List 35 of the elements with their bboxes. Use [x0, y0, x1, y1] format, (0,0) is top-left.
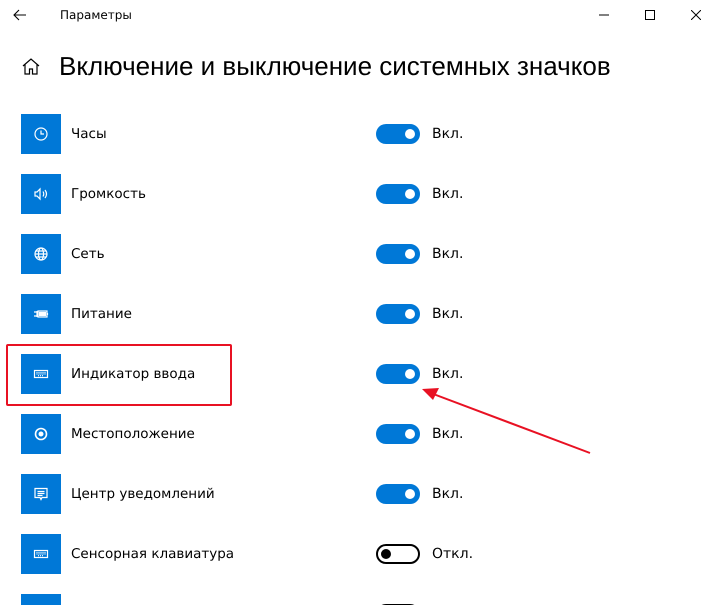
page-heading: Включение и выключение системных значков	[59, 50, 611, 82]
setting-label: Сеть	[71, 246, 106, 262]
clock-icon	[33, 126, 49, 142]
setting-label: Местоположение	[71, 426, 196, 442]
globe-icon	[33, 246, 49, 262]
speaker-icon	[33, 186, 49, 202]
toggle-switch[interactable]	[376, 424, 420, 444]
toggle-switch[interactable]	[376, 124, 420, 144]
setting-label: Центр уведомлений	[71, 486, 216, 502]
toggle-state: Вкл.	[432, 486, 464, 502]
toggle-state: Вкл.	[432, 186, 464, 202]
toggle-state: Вкл.	[432, 246, 464, 262]
toggle-switch[interactable]	[376, 364, 420, 384]
toggle-state: Вкл.	[432, 306, 464, 322]
toggle-switch[interactable]	[376, 244, 420, 264]
window-title: Параметры	[60, 8, 133, 22]
toggle-state: Вкл.	[432, 426, 464, 442]
setting-label: Сенсорная клавиатура	[71, 546, 236, 562]
setting-label: Часы	[71, 126, 108, 142]
setting-label: Питание	[71, 306, 133, 322]
maximize-icon	[645, 10, 655, 20]
toggle-switch[interactable]	[376, 544, 420, 564]
toggle-state: Откл.	[432, 546, 474, 562]
toggle-state: Вкл.	[432, 126, 464, 142]
setting-label: Громкость	[71, 186, 147, 202]
back-arrow-icon[interactable]	[13, 9, 27, 21]
setting-label: Индикатор ввода	[71, 366, 196, 382]
toggle-switch[interactable]	[376, 484, 420, 504]
toggle-switch[interactable]	[376, 304, 420, 324]
close-icon	[691, 10, 701, 20]
message-icon	[33, 486, 49, 502]
toggle-switch[interactable]	[376, 184, 420, 204]
home-icon[interactable]	[22, 58, 40, 74]
location-icon	[33, 426, 49, 442]
toggle-state: Вкл.	[432, 366, 464, 382]
